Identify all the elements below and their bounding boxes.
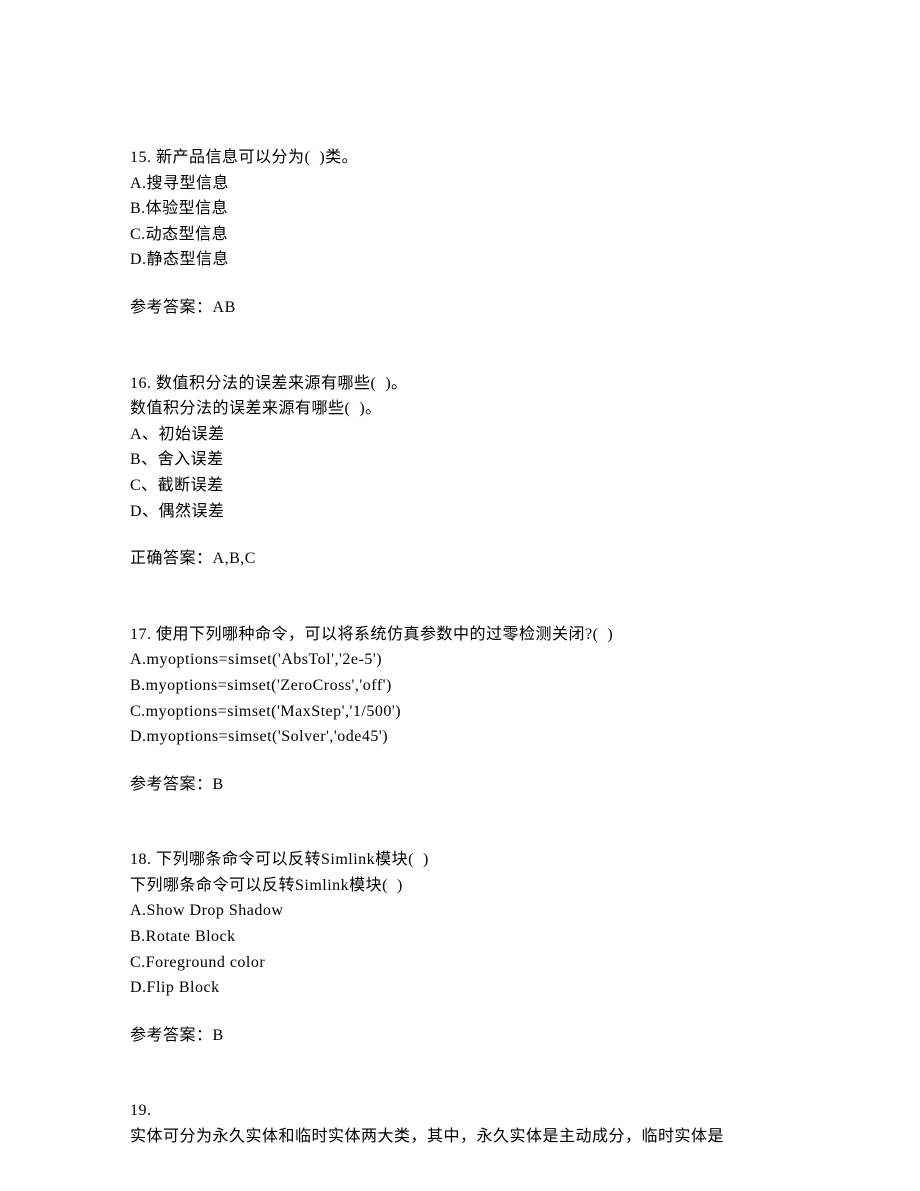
question-answer: 参考答案：AB bbox=[130, 295, 790, 321]
question-number: 15. bbox=[130, 149, 152, 166]
question-option-b: B.myoptions=simset('ZeroCross','off') bbox=[130, 673, 790, 699]
answer-label: 参考答案： bbox=[130, 776, 213, 793]
question-answer: 参考答案：B bbox=[130, 772, 790, 798]
question-stem: 18. 下列哪条命令可以反转Simlink模块( ) bbox=[130, 847, 790, 873]
question-option-b: B.体验型信息 bbox=[130, 196, 790, 222]
answer-value: B bbox=[213, 776, 224, 793]
answer-value: AB bbox=[213, 299, 236, 316]
question-option-a: A、初始误差 bbox=[130, 422, 790, 448]
question-number: 19. bbox=[130, 1098, 790, 1124]
question-stem-repeat: 下列哪条命令可以反转Simlink模块( ) bbox=[130, 873, 790, 899]
question-option-d: D.Flip Block bbox=[130, 975, 790, 1001]
question-stem-repeat: 数值积分法的误差来源有哪些( )。 bbox=[130, 396, 790, 422]
question-answer: 正确答案：A,B,C bbox=[130, 546, 790, 572]
question-option-d: D、偶然误差 bbox=[130, 499, 790, 525]
question-option-a: A.myoptions=simset('AbsTol','2e-5') bbox=[130, 647, 790, 673]
question-17: 17. 使用下列哪种命令，可以将系统仿真参数中的过零检测关闭?( ) A.myo… bbox=[130, 622, 790, 798]
answer-label: 参考答案： bbox=[130, 1027, 213, 1044]
question-answer: 参考答案：B bbox=[130, 1023, 790, 1049]
question-option-d: D.myoptions=simset('Solver','ode45') bbox=[130, 724, 790, 750]
question-18: 18. 下列哪条命令可以反转Simlink模块( ) 下列哪条命令可以反转Sim… bbox=[130, 847, 790, 1048]
question-number: 17. bbox=[130, 626, 152, 643]
question-text: 数值积分法的误差来源有哪些( )。 bbox=[156, 375, 408, 392]
question-15: 15. 新产品信息可以分为( )类。 A.搜寻型信息 B.体验型信息 C.动态型… bbox=[130, 145, 790, 321]
question-option-c: C.myoptions=simset('MaxStep','1/500') bbox=[130, 699, 790, 725]
answer-value: B bbox=[213, 1027, 224, 1044]
question-stem: 15. 新产品信息可以分为( )类。 bbox=[130, 145, 790, 171]
question-stem: 实体可分为永久实体和临时实体两大类，其中，永久实体是主动成分，临时实体是 bbox=[130, 1124, 790, 1150]
question-number: 18. bbox=[130, 851, 152, 868]
question-option-c: C.动态型信息 bbox=[130, 222, 790, 248]
question-text: 使用下列哪种命令，可以将系统仿真参数中的过零检测关闭?( ) bbox=[156, 626, 613, 643]
question-16: 16. 数值积分法的误差来源有哪些( )。 数值积分法的误差来源有哪些( )。 … bbox=[130, 371, 790, 572]
answer-label: 正确答案： bbox=[130, 550, 213, 567]
question-option-c: C.Foreground color bbox=[130, 950, 790, 976]
question-option-b: B.Rotate Block bbox=[130, 924, 790, 950]
question-option-a: A.搜寻型信息 bbox=[130, 171, 790, 197]
question-text: 新产品信息可以分为( )类。 bbox=[156, 149, 358, 166]
question-option-d: D.静态型信息 bbox=[130, 247, 790, 273]
question-text: 下列哪条命令可以反转Simlink模块( ) bbox=[156, 851, 429, 868]
answer-label: 参考答案： bbox=[130, 299, 213, 316]
question-stem: 16. 数值积分法的误差来源有哪些( )。 bbox=[130, 371, 790, 397]
question-19: 19. 实体可分为永久实体和临时实体两大类，其中，永久实体是主动成分，临时实体是 bbox=[130, 1098, 790, 1149]
question-stem: 17. 使用下列哪种命令，可以将系统仿真参数中的过零检测关闭?( ) bbox=[130, 622, 790, 648]
question-option-b: B、舍入误差 bbox=[130, 447, 790, 473]
answer-value: A,B,C bbox=[213, 550, 256, 567]
question-number: 16. bbox=[130, 375, 152, 392]
question-option-a: A.Show Drop Shadow bbox=[130, 898, 790, 924]
question-option-c: C、截断误差 bbox=[130, 473, 790, 499]
